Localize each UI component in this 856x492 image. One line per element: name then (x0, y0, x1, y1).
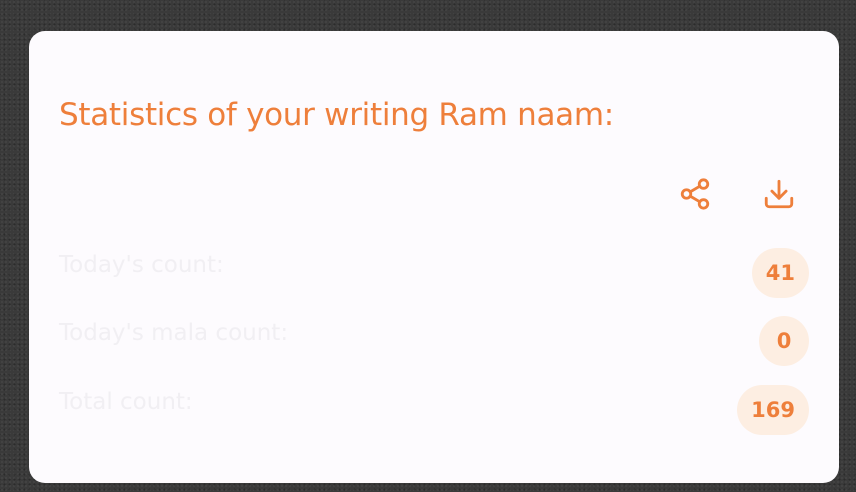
today-count-badge: 41 (751, 248, 809, 298)
download-icon (764, 179, 794, 209)
card-title: Statistics of your writing Ram naam: (59, 97, 614, 133)
download-button[interactable] (757, 172, 801, 216)
statistics-card: Statistics of your writing Ram naam: Tod… (29, 31, 839, 483)
today-mala-count-label: Today's mala count: (59, 320, 289, 346)
share-button[interactable] (673, 172, 717, 216)
total-count-label: Total count: (59, 389, 193, 415)
today-count-label: Today's count: (59, 252, 224, 278)
today-mala-count-badge: 0 (759, 316, 809, 366)
total-count-badge: 169 (737, 385, 809, 435)
share-icon (680, 178, 710, 210)
